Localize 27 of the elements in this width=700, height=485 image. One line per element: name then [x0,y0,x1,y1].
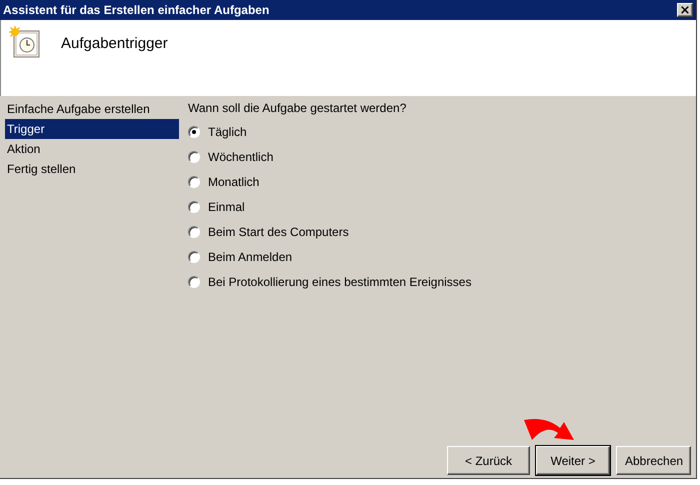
option-label[interactable]: Beim Start des Computers [208,224,349,238]
page-heading: Aufgabentrigger [61,35,168,52]
radio-button[interactable] [188,126,200,138]
radio-button[interactable] [188,150,200,162]
option-label[interactable]: Täglich [208,124,247,138]
option-label[interactable]: Bei Protokollierung eines bestimmten Ereignisses [208,274,472,288]
back-button[interactable]: < Zurück [447,446,530,475]
option-label[interactable]: Wöchentlich [208,150,274,164]
curved-arrow-icon [524,418,576,442]
wizard-step[interactable]: Fertig stellen [5,159,179,179]
next-button[interactable]: Weiter > [536,446,610,475]
option-label[interactable]: Beim Anmelden [208,250,292,264]
radio-button[interactable] [188,226,200,238]
wizard-step[interactable]: Einfache Aufgabe erstellen [5,99,179,119]
radio-button[interactable] [188,200,200,212]
wizard-step[interactable]: Trigger [5,119,179,139]
option-label[interactable]: Monatlich [208,174,260,188]
window-title: Assistent für das Erstellen einfacher Aufgaben [3,3,270,17]
radio-button[interactable] [188,250,200,262]
close-button[interactable]: × [677,3,693,17]
wizard-step[interactable]: Aktion [5,139,179,159]
question-text: Wann soll die Aufgabe gestartet werden? [188,101,408,115]
radio-button[interactable] [188,276,200,288]
radio-button[interactable] [188,176,200,188]
calendar-clock-icon [9,26,41,58]
cancel-button[interactable]: Abbrechen [616,446,691,475]
option-label[interactable]: Einmal [208,200,245,214]
